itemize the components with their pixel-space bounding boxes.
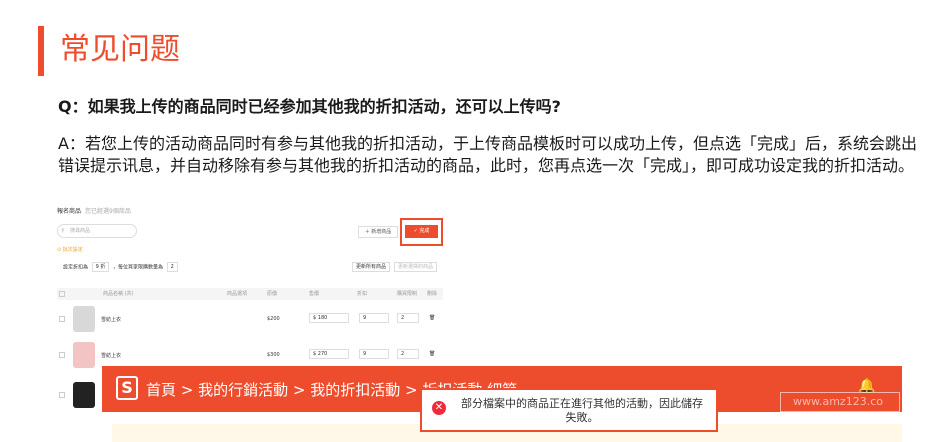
- table-row: 雪紡上衣 $200 $ 180 9 2 🗑: [57, 306, 443, 332]
- discount-unit: 折: [100, 264, 106, 270]
- col-option: 商品選項: [227, 291, 248, 297]
- faq-answer: A：若您上传的活动商品同时有参与其他我的折扣活动，于上传商品模板时可以成功上传，…: [58, 134, 917, 175]
- discount-value: 9: [95, 264, 99, 270]
- product-thumbnail: [73, 382, 95, 408]
- done-label: 完成: [419, 228, 430, 234]
- col-discount: 折扣: [357, 291, 368, 297]
- batch-setting-row: 設定折扣為 9 折 ，每位買家限購數量為 2: [63, 262, 180, 272]
- limit-label: ，每位買家限購數量為: [113, 264, 164, 271]
- search-input[interactable]: ⚲ 搜尋商品: [57, 224, 137, 238]
- col-limit: 購買限制: [397, 291, 418, 297]
- update-buttons: 更新所有商品 更新選擇的商品: [350, 262, 439, 272]
- set-discount-label: 設定折扣為: [63, 264, 89, 271]
- product-thumbnail: [73, 306, 95, 332]
- row-limit-input[interactable]: 2: [397, 349, 419, 359]
- shot-header-sub: 您已經選9個商品: [85, 208, 131, 215]
- done-button[interactable]: ✓ 完成: [405, 225, 438, 238]
- trash-icon[interactable]: 🗑: [429, 315, 435, 321]
- row-checkbox[interactable]: [59, 316, 65, 322]
- table-header: 商品名稱 (共) 商品選項 原價 售價 折扣 購買限制 刪除: [57, 288, 443, 300]
- col-price: 原價: [267, 291, 278, 297]
- product-thumbnail: [73, 342, 95, 368]
- search-icon: ⚲: [61, 228, 65, 234]
- select-all-checkbox[interactable]: [59, 291, 65, 297]
- page-title: 常见问题: [60, 32, 180, 67]
- table-row: 雪紡上衣 $300 $ 270 9 2 🗑: [57, 342, 443, 368]
- faq-question: Q：如果我上传的商品同时已经参加其他我的折扣活动，还可以上传吗?: [58, 97, 561, 116]
- discount-input[interactable]: 9 折: [91, 262, 110, 272]
- col-delete: 刪除: [427, 291, 438, 297]
- batch-setting-text: 批次設定: [62, 247, 83, 253]
- row-checkbox[interactable]: [59, 352, 65, 358]
- col-sale: 售價: [309, 291, 320, 297]
- row-discount-input[interactable]: 9: [359, 349, 389, 359]
- row-limit-input[interactable]: 2: [397, 313, 419, 323]
- product-price: $300: [267, 352, 280, 358]
- sale-price-input[interactable]: $ 270: [309, 349, 349, 359]
- error-message: 部分檔案中的商品正在進行其他的活動，因此儲存失敗。: [461, 397, 703, 424]
- watermark: www.amz123.co: [780, 392, 900, 412]
- sale-price-input[interactable]: $ 180: [309, 313, 349, 323]
- add-product-button[interactable]: ＋ 新增商品: [358, 226, 398, 238]
- col-name: 商品名稱 (共): [103, 291, 134, 297]
- limit-input[interactable]: 2: [166, 262, 178, 272]
- trash-icon[interactable]: 🗑: [429, 351, 435, 357]
- product-name: 雪紡上衣: [101, 317, 122, 323]
- error-toast: ✕ 部分檔案中的商品正在進行其他的活動，因此儲存失敗。: [420, 388, 718, 432]
- search-placeholder: 搜尋商品: [70, 228, 91, 234]
- shot-header-title: 報名商品: [57, 208, 82, 215]
- title-accent-bar: [38, 26, 44, 76]
- shop-logo[interactable]: S: [116, 376, 138, 400]
- product-name: 雪紡上衣: [101, 353, 122, 359]
- error-icon: ✕: [432, 401, 446, 415]
- batch-setting-label: ⊙ 批次設定: [57, 247, 83, 253]
- update-selected-button[interactable]: 更新選擇的商品: [394, 262, 438, 272]
- row-checkbox[interactable]: [59, 392, 65, 398]
- product-price: $200: [267, 316, 280, 322]
- row-discount-input[interactable]: 9: [359, 313, 389, 323]
- update-all-button[interactable]: 更新所有商品: [352, 262, 391, 272]
- add-product-label: 新增商品: [371, 229, 392, 235]
- shot-header: 報名商品 您已經選9個商品: [57, 206, 131, 215]
